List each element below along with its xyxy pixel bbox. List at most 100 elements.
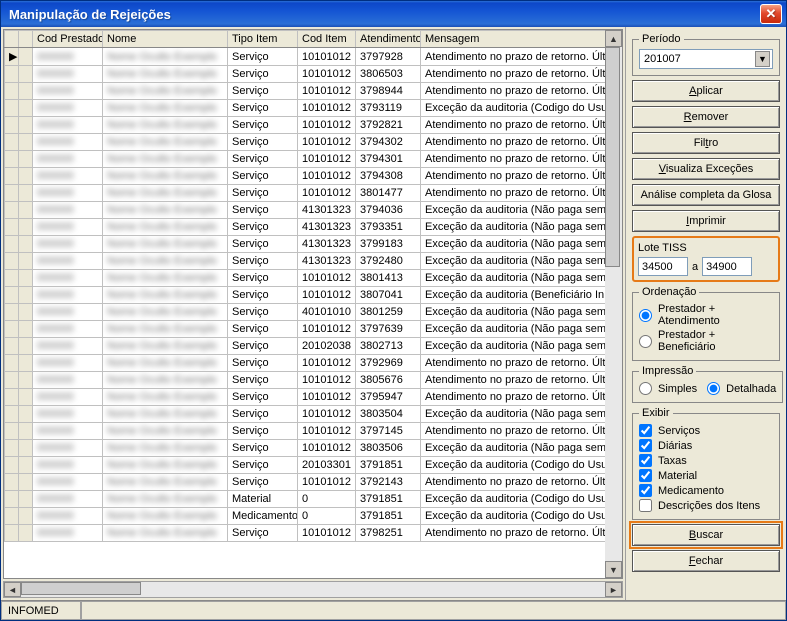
table-row[interactable]: 000000Nome Oculto ExemploMaterial0379185… <box>5 491 622 508</box>
table-row[interactable]: 000000Nome Oculto ExemploServiço41301323… <box>5 202 622 219</box>
imp-detalhada-radio[interactable] <box>707 382 720 395</box>
imp-simples[interactable]: Simples <box>639 381 697 396</box>
scroll-left-icon[interactable]: ◄ <box>4 582 21 597</box>
ord-opt2-radio[interactable] <box>639 335 652 348</box>
cell-mensagem: Atendimento no prazo de retorno. Últ <box>421 185 622 202</box>
table-row[interactable]: 000000Nome Oculto ExemploServiço10101012… <box>5 372 622 389</box>
hscroll-track[interactable] <box>21 582 605 597</box>
cell-cod-item: 10101012 <box>298 185 356 202</box>
table-row[interactable]: 000000Nome Oculto ExemploServiço10101012… <box>5 83 622 100</box>
cell-atendimento: 3791851 <box>356 508 421 525</box>
imp-detalhada[interactable]: Detalhada <box>707 381 776 396</box>
table-row[interactable]: ▶000000Nome Oculto ExemploServiço1010101… <box>5 48 622 66</box>
table-row[interactable]: 000000Nome Oculto ExemploServiço10101012… <box>5 66 622 83</box>
col-nome[interactable]: Nome <box>103 31 228 48</box>
close-button[interactable]: ✕ <box>760 4 782 24</box>
chk-descricoes[interactable] <box>639 499 652 512</box>
table-row[interactable]: 000000Nome Oculto ExemploServiço20102038… <box>5 338 622 355</box>
lote-to-input[interactable] <box>702 257 752 276</box>
chk-diarias[interactable] <box>639 439 652 452</box>
exibir-material[interactable]: Material <box>639 468 773 483</box>
imprimir-button[interactable]: Imprimir <box>632 210 780 232</box>
cell-tipo-item: Serviço <box>228 185 298 202</box>
row-marker <box>5 508 19 525</box>
periodo-combo[interactable]: 201007 ▼ <box>639 49 773 69</box>
horizontal-scrollbar[interactable]: ◄ ► <box>3 581 623 598</box>
table-row[interactable]: 000000Nome Oculto ExemploServiço10101012… <box>5 134 622 151</box>
chk-material[interactable] <box>639 469 652 482</box>
exibir-medicamento[interactable]: Medicamento <box>639 483 773 498</box>
table-row[interactable]: 000000Nome Oculto ExemploServiço41301323… <box>5 253 622 270</box>
cell-nome: Nome Oculto Exemplo <box>103 355 228 372</box>
lbl-servicos: Serviços <box>658 425 700 437</box>
col-mensagem[interactable]: Mensagem <box>421 31 622 48</box>
table-row[interactable]: 000000Nome Oculto ExemploServiço10101012… <box>5 406 622 423</box>
hscroll-thumb[interactable] <box>21 582 141 595</box>
cell-atendimento: 3792821 <box>356 117 421 134</box>
col-cod-prestador[interactable]: Cod Prestador <box>33 31 103 48</box>
table-row[interactable]: 000000Nome Oculto ExemploServiço10101012… <box>5 423 622 440</box>
cell-tipo-item: Serviço <box>228 338 298 355</box>
row-marker <box>5 185 19 202</box>
remover-button[interactable]: Remover <box>632 106 780 128</box>
table-row[interactable]: 000000Nome Oculto ExemploServiço20103301… <box>5 457 622 474</box>
table-row[interactable]: 000000Nome Oculto ExemploServiço10101012… <box>5 389 622 406</box>
cell-mensagem: Atendimento no prazo de retorno. Últ <box>421 168 622 185</box>
col-atendimento[interactable]: Atendimento <box>356 31 421 48</box>
cell-cod-prestador: 000000 <box>33 168 103 185</box>
table-row[interactable]: 000000Nome Oculto ExemploServiço10101012… <box>5 270 622 287</box>
chevron-down-icon[interactable]: ▼ <box>755 51 770 67</box>
col-tipo-item[interactable]: Tipo Item <box>228 31 298 48</box>
scroll-right-icon[interactable]: ► <box>605 582 622 597</box>
chk-servicos[interactable] <box>639 424 652 437</box>
exibir-group: Exibir Serviços Diárias Taxas Material M… <box>632 407 780 520</box>
table-row[interactable]: 000000Nome Oculto ExemploMedicamento0379… <box>5 508 622 525</box>
imp-simples-radio[interactable] <box>639 382 652 395</box>
visualiza-excecoes-button[interactable]: Visualiza Exceções <box>632 158 780 180</box>
table-row[interactable]: 000000Nome Oculto ExemploServiço10101012… <box>5 355 622 372</box>
ord-prestador-beneficiario[interactable]: Prestador + Beneficiário <box>639 328 773 354</box>
exibir-descricoes[interactable]: Descrições dos Itens <box>639 498 773 513</box>
table-row[interactable]: 000000Nome Oculto ExemploServiço10101012… <box>5 525 622 542</box>
table-row[interactable]: 000000Nome Oculto ExemploServiço10101012… <box>5 185 622 202</box>
cell-atendimento: 3805676 <box>356 372 421 389</box>
exibir-diarias[interactable]: Diárias <box>639 438 773 453</box>
row-marker <box>5 440 19 457</box>
lbl-material: Material <box>658 470 697 482</box>
cell-mensagem: Exceção da auditoria (Não paga sem <box>421 236 622 253</box>
buscar-button[interactable]: Buscar <box>632 524 780 546</box>
filtro-button[interactable]: Filtro <box>632 132 780 154</box>
vertical-scrollbar[interactable]: ▲ ▼ <box>605 30 622 578</box>
exibir-taxas[interactable]: Taxas <box>639 453 773 468</box>
scroll-up-icon[interactable]: ▲ <box>605 30 622 47</box>
vscroll-thumb[interactable] <box>605 47 620 267</box>
table-row[interactable]: 000000Nome Oculto ExemploServiço10101012… <box>5 100 622 117</box>
row-marker <box>5 100 19 117</box>
table-row[interactable]: 000000Nome Oculto ExemploServiço41301323… <box>5 236 622 253</box>
table-row[interactable]: 000000Nome Oculto ExemploServiço40101010… <box>5 304 622 321</box>
table-row[interactable]: 000000Nome Oculto ExemploServiço10101012… <box>5 321 622 338</box>
cell-atendimento: 3797928 <box>356 48 421 66</box>
ord-opt1-radio[interactable] <box>639 309 652 322</box>
table-row[interactable]: 000000Nome Oculto ExemploServiço10101012… <box>5 117 622 134</box>
vscroll-track[interactable] <box>605 47 622 561</box>
aplicar-button[interactable]: Aplicar <box>632 80 780 102</box>
table-row[interactable]: 000000Nome Oculto ExemploServiço41301323… <box>5 219 622 236</box>
fechar-button[interactable]: Fechar <box>632 550 780 572</box>
chk-taxas[interactable] <box>639 454 652 467</box>
row-marker-2 <box>19 100 33 117</box>
table-row[interactable]: 000000Nome Oculto ExemploServiço10101012… <box>5 151 622 168</box>
analise-glosa-button[interactable]: Análise completa da Glosa <box>632 184 780 206</box>
col-cod-item[interactable]: Cod Item <box>298 31 356 48</box>
ord-prestador-atendimento[interactable]: Prestador + Atendimento <box>639 302 773 328</box>
chk-medicamento[interactable] <box>639 484 652 497</box>
table-row[interactable]: 000000Nome Oculto ExemploServiço10101012… <box>5 474 622 491</box>
exibir-servicos[interactable]: Serviços <box>639 423 773 438</box>
cell-tipo-item: Serviço <box>228 83 298 100</box>
scroll-down-icon[interactable]: ▼ <box>605 561 622 578</box>
cell-cod-item: 10101012 <box>298 100 356 117</box>
lote-from-input[interactable] <box>638 257 688 276</box>
table-row[interactable]: 000000Nome Oculto ExemploServiço10101012… <box>5 287 622 304</box>
table-row[interactable]: 000000Nome Oculto ExemploServiço10101012… <box>5 168 622 185</box>
table-row[interactable]: 000000Nome Oculto ExemploServiço10101012… <box>5 440 622 457</box>
